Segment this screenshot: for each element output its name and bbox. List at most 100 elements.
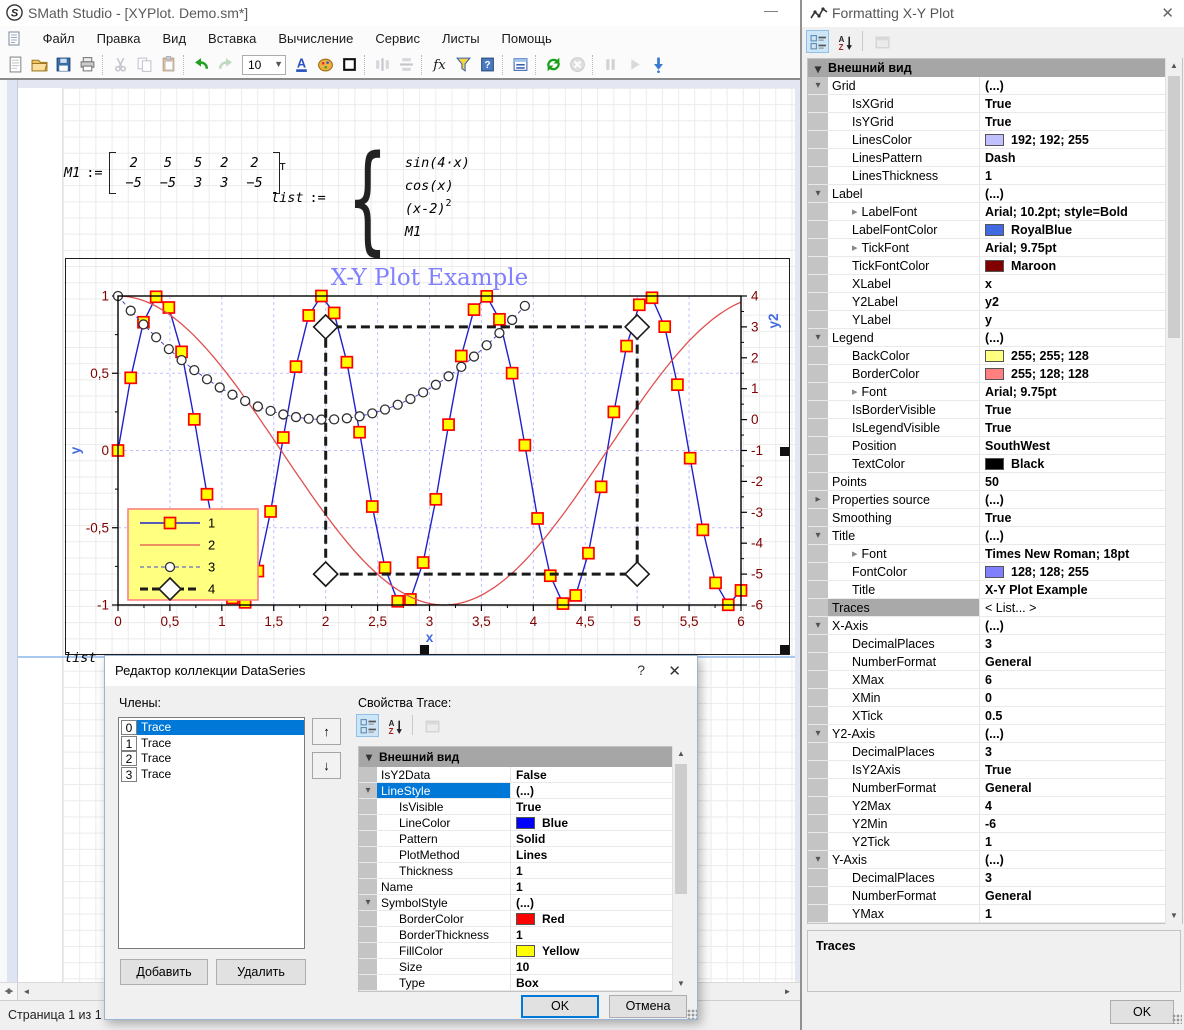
property-value[interactable]: Solid [511, 831, 685, 846]
left-splitter-area[interactable] [0, 80, 7, 1000]
chevron-right-icon[interactable]: ▸ [852, 547, 858, 560]
property-name[interactable]: Y2Label [828, 293, 980, 310]
chevron-down-icon[interactable]: ▾ [808, 527, 828, 544]
property-row-tickfontcolor[interactable]: TickFontColorMaroon [808, 257, 1182, 275]
property-name[interactable]: IsYGrid [828, 113, 980, 130]
property-value[interactable]: True [980, 95, 1182, 112]
property-name[interactable]: FontColor [828, 563, 980, 580]
background-color-button[interactable] [314, 53, 338, 77]
property-value[interactable]: 0 [980, 689, 1182, 706]
property-pages-button[interactable] [420, 714, 443, 737]
property-name[interactable]: XMin [828, 689, 980, 706]
save-button[interactable] [52, 53, 76, 77]
panel-close-icon[interactable]: ✕ [1161, 4, 1174, 22]
splitter-handle[interactable]: ◂▮▸ [0, 983, 18, 1000]
menu-item-3[interactable]: Вид [152, 26, 198, 50]
menu-item-2[interactable]: Правка [86, 26, 152, 50]
categorized-view-button[interactable] [356, 714, 379, 737]
scrollbar-thumb[interactable] [675, 764, 687, 894]
property-name[interactable]: ▸Font [828, 545, 980, 562]
menu-item-1[interactable]: Файл [32, 26, 86, 50]
scroll-down-arrow[interactable]: ▼ [1166, 908, 1182, 924]
property-row-label[interactable]: ▾Label(...) [808, 185, 1182, 203]
chevron-down-icon[interactable]: ▾ [808, 77, 828, 94]
stop-button[interactable] [566, 53, 590, 77]
property-row-y2tick[interactable]: Y2Tick1 [808, 833, 1182, 851]
panel-resize-grip[interactable] [1172, 1014, 1182, 1024]
property-row-position[interactable]: PositionSouthWest [808, 437, 1182, 455]
redo-button[interactable] [214, 53, 238, 77]
property-name[interactable]: DecimalPlaces [828, 635, 980, 652]
property-name[interactable]: YLabel [828, 311, 980, 328]
scroll-right-arrow[interactable]: ► [779, 983, 796, 1000]
property-name[interactable]: LineStyle [377, 783, 511, 798]
property-name[interactable]: ▸LabelFont [828, 203, 980, 220]
properties-window-button[interactable] [509, 53, 533, 77]
dialog-ok-button[interactable]: OK [521, 995, 599, 1018]
property-value[interactable]: 3 [980, 743, 1182, 760]
open-folder-button[interactable] [28, 53, 52, 77]
property-name[interactable]: LinesColor [828, 131, 980, 148]
property-value[interactable]: 255; 255; 128 [980, 347, 1182, 364]
property-value[interactable]: (...) [980, 527, 1182, 544]
property-name[interactable]: IsBorderVisible [828, 401, 980, 418]
dialog-resize-grip[interactable] [687, 1009, 697, 1019]
scroll-down-arrow[interactable]: ▼ [673, 976, 689, 992]
member-item-2[interactable]: 2Trace [119, 751, 304, 767]
dialog-close-icon[interactable]: ✕ [668, 662, 681, 680]
property-value[interactable]: Times New Roman; 18pt [980, 545, 1182, 562]
chevron-right-icon[interactable]: ▸ [808, 491, 828, 508]
property-row-backcolor[interactable]: BackColor255; 255; 128 [808, 347, 1182, 365]
property-name[interactable]: IsXGrid [828, 95, 980, 112]
property-value[interactable]: 3 [980, 635, 1182, 652]
property-value[interactable]: True [980, 113, 1182, 130]
property-value[interactable]: 50 [980, 473, 1182, 490]
property-name[interactable]: IsY2Data [377, 767, 511, 782]
property-name[interactable]: LineColor [377, 815, 511, 830]
property-row-numberformat[interactable]: NumberFormatGeneral [808, 779, 1182, 797]
property-value[interactable]: x [980, 275, 1182, 292]
property-name[interactable]: TextColor [828, 455, 980, 472]
scroll-left-arrow[interactable]: ◄ [18, 983, 35, 1000]
undo-button[interactable] [190, 53, 214, 77]
xy-plot-region[interactable]: 00,511,522,533,544,555,5610,50-0,5-14321… [65, 258, 790, 655]
property-value[interactable]: 255; 128; 128 [980, 365, 1182, 382]
property-value[interactable]: (...) [980, 77, 1182, 94]
print-button[interactable] [76, 53, 100, 77]
property-row-thickness[interactable]: Thickness1 [359, 863, 685, 879]
property-row-decimalplaces[interactable]: DecimalPlaces3 [808, 635, 1182, 653]
property-name[interactable]: Title [828, 527, 980, 544]
property-value[interactable]: y2 [980, 293, 1182, 310]
property-name[interactable]: X-Axis [828, 617, 980, 634]
align-horizontal-button[interactable] [371, 53, 395, 77]
menu-item-4[interactable]: Вставка [197, 26, 267, 50]
property-name[interactable]: TickFontColor [828, 257, 980, 274]
property-name[interactable]: IsY2Axis [828, 761, 980, 778]
math-region-list[interactable]: list := { sin(4·x)cos(x)(x-2)2M1 [271, 148, 470, 248]
scroll-up-arrow[interactable]: ▲ [1166, 58, 1182, 74]
alphabetical-sort-button[interactable]: AZ [833, 30, 856, 53]
member-item-1[interactable]: 1Trace [119, 736, 304, 752]
property-name[interactable]: ▸TickFont [828, 239, 980, 256]
copy-button[interactable] [133, 53, 157, 77]
property-row-legend[interactable]: ▾Legend(...) [808, 329, 1182, 347]
property-name[interactable]: Legend [828, 329, 980, 346]
property-name[interactable]: BorderColor [828, 365, 980, 382]
menu-item-5[interactable]: Вычисление [267, 26, 364, 50]
property-name[interactable]: Smoothing [828, 509, 980, 526]
property-name[interactable]: XMax [828, 671, 980, 688]
property-pages-button[interactable] [870, 30, 893, 53]
property-row-numberformat[interactable]: NumberFormatGeneral [808, 887, 1182, 905]
play-button[interactable] [623, 53, 647, 77]
property-value[interactable]: < List... > [980, 599, 1182, 616]
property-row-ylabel[interactable]: YLabely [808, 311, 1182, 329]
property-value[interactable]: y [980, 311, 1182, 328]
resize-handle-bottom-center[interactable] [420, 645, 429, 654]
chevron-right-icon[interactable]: ▸ [852, 205, 858, 218]
property-value[interactable]: (...) [980, 851, 1182, 868]
property-name[interactable]: Position [828, 437, 980, 454]
chevron-right-icon[interactable]: ▸ [852, 241, 858, 254]
property-value[interactable]: 1 [511, 927, 685, 942]
property-name[interactable]: Y2-Axis [828, 725, 980, 742]
property-value[interactable]: (...) [980, 491, 1182, 508]
